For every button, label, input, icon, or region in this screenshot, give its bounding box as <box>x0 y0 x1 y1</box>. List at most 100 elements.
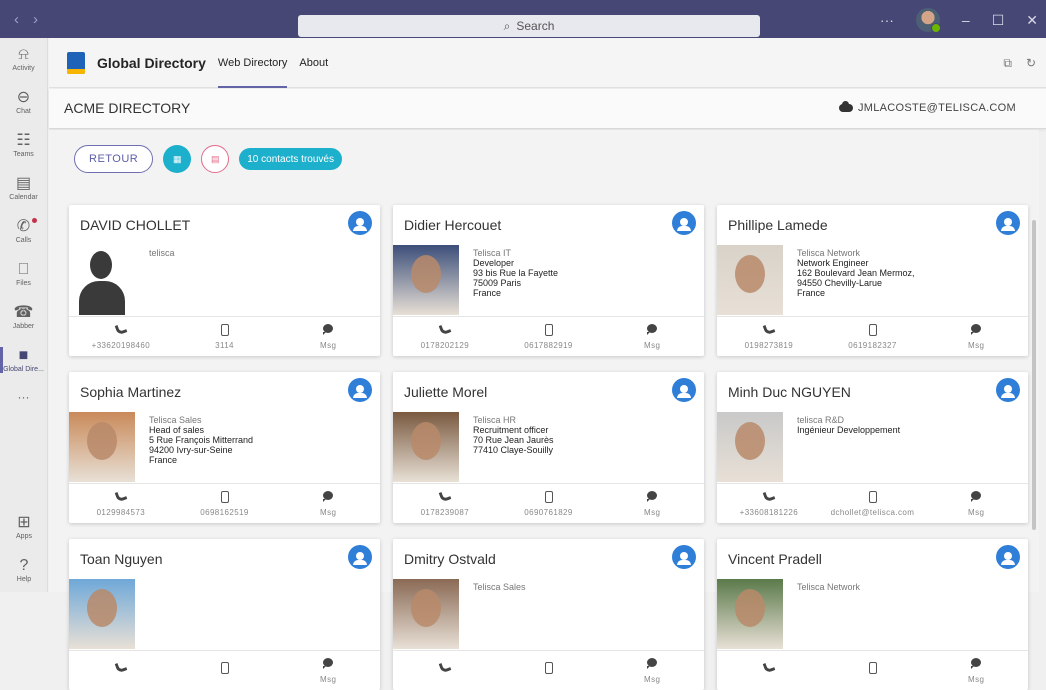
contact-details-icon[interactable] <box>672 545 696 569</box>
contact-card[interactable]: DAVID CHOLLET telisca +33620198460 3114 Msg <box>69 205 380 356</box>
call-mobile-button[interactable] <box>821 651 925 690</box>
call-mobile-button[interactable]: 0619182327 <box>821 317 925 356</box>
scrollbar[interactable] <box>1032 220 1036 530</box>
call-phone-button[interactable]: 0178202129 <box>393 317 497 356</box>
rail-item-calendar[interactable]: ▤ Calendar <box>0 167 47 210</box>
message-button[interactable]: Msg <box>600 484 704 523</box>
popout-icon[interactable]: ⧉ <box>1003 56 1012 71</box>
phone-number: +33620198460 <box>91 340 151 350</box>
contact-details-icon[interactable] <box>996 545 1020 569</box>
message-label: Msg <box>968 507 985 517</box>
forward-arrow-icon[interactable]: › <box>33 11 38 28</box>
message-shape <box>647 323 658 335</box>
grid-view-button[interactable]: ▦ <box>163 145 192 173</box>
contact-card[interactable]: Sophia Martinez Telisca Sales Head of sale… <box>69 372 380 523</box>
message-button[interactable]: Msg <box>924 484 1028 523</box>
message-button[interactable]: Msg <box>276 484 380 523</box>
avatar[interactable] <box>915 8 941 33</box>
contact-details-icon[interactable] <box>348 378 372 402</box>
rail-item-teams[interactable]: ☷ Teams <box>0 124 47 167</box>
contact-name: Dmitry Ostvald <box>404 551 496 567</box>
mobile-icon <box>544 662 553 676</box>
mobile-number: 0619182327 <box>848 340 897 350</box>
contact-details-icon[interactable] <box>348 545 372 569</box>
call-mobile-button[interactable]: 0690761829 <box>497 484 601 523</box>
close-icon[interactable]: ✕ <box>1026 12 1038 29</box>
call-phone-button[interactable]: 0129984573 <box>69 484 173 523</box>
minimize-icon[interactable]: – <box>962 12 970 28</box>
contact-details-icon[interactable] <box>672 378 696 402</box>
contact-card[interactable]: Dmitry Ostvald Telisca Sales Msg <box>393 539 704 690</box>
silhouette-icon <box>79 251 125 315</box>
maximize-icon[interactable]: ☐ <box>992 12 1005 29</box>
message-button[interactable]: Msg <box>600 317 704 356</box>
rail-item-activity[interactable]: ⍾ Activity <box>0 38 47 81</box>
contact-details-icon[interactable] <box>996 211 1020 235</box>
contact-card[interactable]: Didier Hercouet Telisca IT Developer 93 bis… <box>393 205 704 356</box>
message-icon <box>647 657 658 672</box>
call-phone-button[interactable]: +33620198460 <box>69 317 173 356</box>
contact-info: Telisca Network <box>797 582 860 592</box>
call-mobile-button[interactable]: dchollet@telisca.com <box>821 484 925 523</box>
back-button[interactable]: RETOUR <box>74 145 154 173</box>
rail-item-globaldire[interactable]: ■ Global Dire... <box>0 339 47 382</box>
contact-details-icon[interactable] <box>348 211 372 235</box>
call-mobile-button[interactable] <box>173 651 277 690</box>
call-phone-button[interactable]: 0178239087 <box>393 484 497 523</box>
message-button[interactable]: Msg <box>924 317 1028 356</box>
rail-item-calls[interactable]: ✆ Calls <box>0 210 47 253</box>
contact-card[interactable]: Toan Nguyen Msg <box>69 539 380 690</box>
rail-item-apps[interactable]: ⊞ Apps <box>0 506 48 549</box>
search-input[interactable]: ⌕ Search <box>298 15 760 37</box>
contact-info-line: France <box>149 455 178 465</box>
contact-actions: +33620198460 3114 Msg <box>69 316 380 356</box>
contact-info-line: Telisca IT <box>473 248 512 258</box>
call-phone-button[interactable]: 0198273819 <box>717 317 821 356</box>
call-mobile-button[interactable]: 3114 <box>173 317 277 356</box>
call-phone-button[interactable] <box>717 651 821 690</box>
phone-number: 0129984573 <box>96 507 146 517</box>
phone-icon <box>438 660 452 676</box>
contact-info-line: 77410 Claye-Souilly <box>473 445 554 455</box>
rail-item-jabber[interactable]: ☎ Jabber <box>0 296 47 339</box>
more-options-icon[interactable]: ··· <box>880 12 894 28</box>
rail-item-help[interactable]: ? Help <box>0 549 48 592</box>
call-mobile-button[interactable] <box>497 651 601 690</box>
contact-info-line: France <box>797 288 826 298</box>
contact-info-line: 5 Rue François Mitterrand <box>149 435 254 445</box>
message-button[interactable]: Msg <box>924 651 1028 690</box>
call-phone-button[interactable]: +33608181226 <box>717 484 821 523</box>
contact-name: DAVID CHOLLET <box>80 217 191 233</box>
more-apps-icon[interactable]: ··· <box>0 382 47 412</box>
message-label: Msg <box>968 340 985 350</box>
contact-info-line: 93 bis Rue la Fayette <box>473 268 559 278</box>
contact-info: Telisca IT Developer 93 bis Rue la Fayette… <box>473 248 558 298</box>
contact-info-line: 70 Rue Jean Jaurès <box>473 435 554 445</box>
contact-card[interactable]: Vincent Pradell Telisca Network Msg <box>717 539 1028 690</box>
rail-item-chat[interactable]: ⊖ Chat <box>0 81 47 124</box>
rail-item-files[interactable]: ⎕ Files <box>0 253 47 296</box>
tab-web-directory[interactable]: Web Directory <box>217 38 288 88</box>
call-phone-button[interactable] <box>69 651 173 690</box>
global-directory-logo <box>67 51 85 74</box>
contact-card[interactable]: Minh Duc NGUYEN telisca R&D Ingénieur Deve… <box>717 372 1028 523</box>
phone-shape <box>762 322 776 335</box>
contact-photo <box>393 412 459 482</box>
message-label: Msg <box>320 674 337 684</box>
message-button[interactable]: Msg <box>276 651 380 690</box>
contact-info-line: Head of sales <box>149 425 205 435</box>
call-mobile-button[interactable]: 0698162519 <box>173 484 277 523</box>
call-phone-button[interactable] <box>393 651 497 690</box>
contact-details-icon[interactable] <box>672 211 696 235</box>
phone-icon <box>762 660 776 676</box>
tab-about[interactable]: About <box>299 38 328 88</box>
message-button[interactable]: Msg <box>276 317 380 356</box>
reload-icon[interactable]: ↻ <box>1026 56 1036 71</box>
contact-card[interactable]: Juliette Morel Telisca HR Recruitment offi… <box>393 372 704 523</box>
contact-card[interactable]: Phillipe Lamede Telisca Network Network En… <box>717 205 1028 356</box>
contact-details-icon[interactable] <box>996 378 1020 402</box>
table-view-button[interactable]: ▤ <box>201 145 230 173</box>
call-mobile-button[interactable]: 0617882919 <box>497 317 601 356</box>
message-button[interactable]: Msg <box>600 651 704 690</box>
back-arrow-icon[interactable]: ‹ <box>14 11 19 28</box>
